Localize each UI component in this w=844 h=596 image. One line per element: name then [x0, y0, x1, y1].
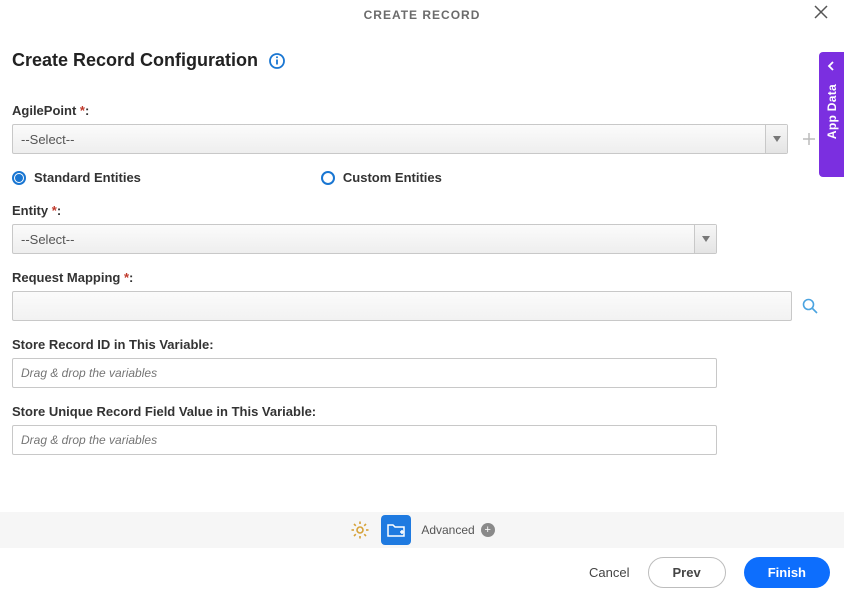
app-data-side-tab[interactable]: App Data — [819, 52, 844, 177]
radio-dot-icon — [12, 171, 26, 185]
radio-dot-icon — [321, 171, 335, 185]
request-mapping-input[interactable] — [12, 291, 792, 321]
entity-label: Entity *: — [12, 203, 820, 218]
cancel-button[interactable]: Cancel — [589, 565, 629, 580]
info-icon[interactable] — [268, 52, 286, 70]
dropdown-icon — [694, 225, 716, 253]
chevron-left-icon — [827, 58, 837, 76]
prev-button[interactable]: Prev — [648, 557, 726, 588]
dialog-header: CREATE RECORD — [0, 0, 844, 30]
store-record-id-label: Store Record ID in This Variable: — [12, 337, 820, 352]
radio-standard-label: Standard Entities — [34, 170, 141, 185]
dialog-title: CREATE RECORD — [364, 8, 481, 22]
radio-standard-entities[interactable]: Standard Entities — [12, 170, 141, 185]
side-tab-label: App Data — [825, 84, 839, 139]
advanced-label: Advanced — [421, 523, 474, 537]
store-record-id-input[interactable] — [12, 358, 717, 388]
agilepoint-label: AgilePoint *: — [12, 103, 820, 118]
radio-custom-entities[interactable]: Custom Entities — [321, 170, 442, 185]
store-unique-label: Store Unique Record Field Value in This … — [12, 404, 820, 419]
agilepoint-select[interactable]: --Select-- — [12, 124, 788, 154]
request-mapping-label: Request Mapping *: — [12, 270, 820, 285]
finish-button[interactable]: Finish — [744, 557, 830, 588]
advanced-toggle[interactable]: Advanced + — [421, 523, 494, 537]
page-title: Create Record Configuration — [12, 50, 258, 71]
bottom-toolbar: Advanced + — [0, 512, 844, 548]
dropdown-icon — [765, 125, 787, 153]
store-unique-input[interactable] — [12, 425, 717, 455]
close-icon[interactable] — [806, 0, 836, 30]
radio-custom-label: Custom Entities — [343, 170, 442, 185]
entity-select-value: --Select-- — [13, 225, 694, 253]
entity-select[interactable]: --Select-- — [12, 224, 717, 254]
footer-actions: Cancel Prev Finish — [0, 548, 844, 596]
add-connection-button[interactable] — [798, 128, 820, 150]
search-icon[interactable] — [800, 296, 820, 316]
agilepoint-select-value: --Select-- — [13, 125, 765, 153]
content-area: Create Record Configuration AgilePoint *… — [0, 30, 844, 520]
folder-add-button[interactable] — [381, 515, 411, 545]
plus-circle-icon: + — [481, 523, 495, 537]
gear-icon[interactable] — [349, 519, 371, 541]
